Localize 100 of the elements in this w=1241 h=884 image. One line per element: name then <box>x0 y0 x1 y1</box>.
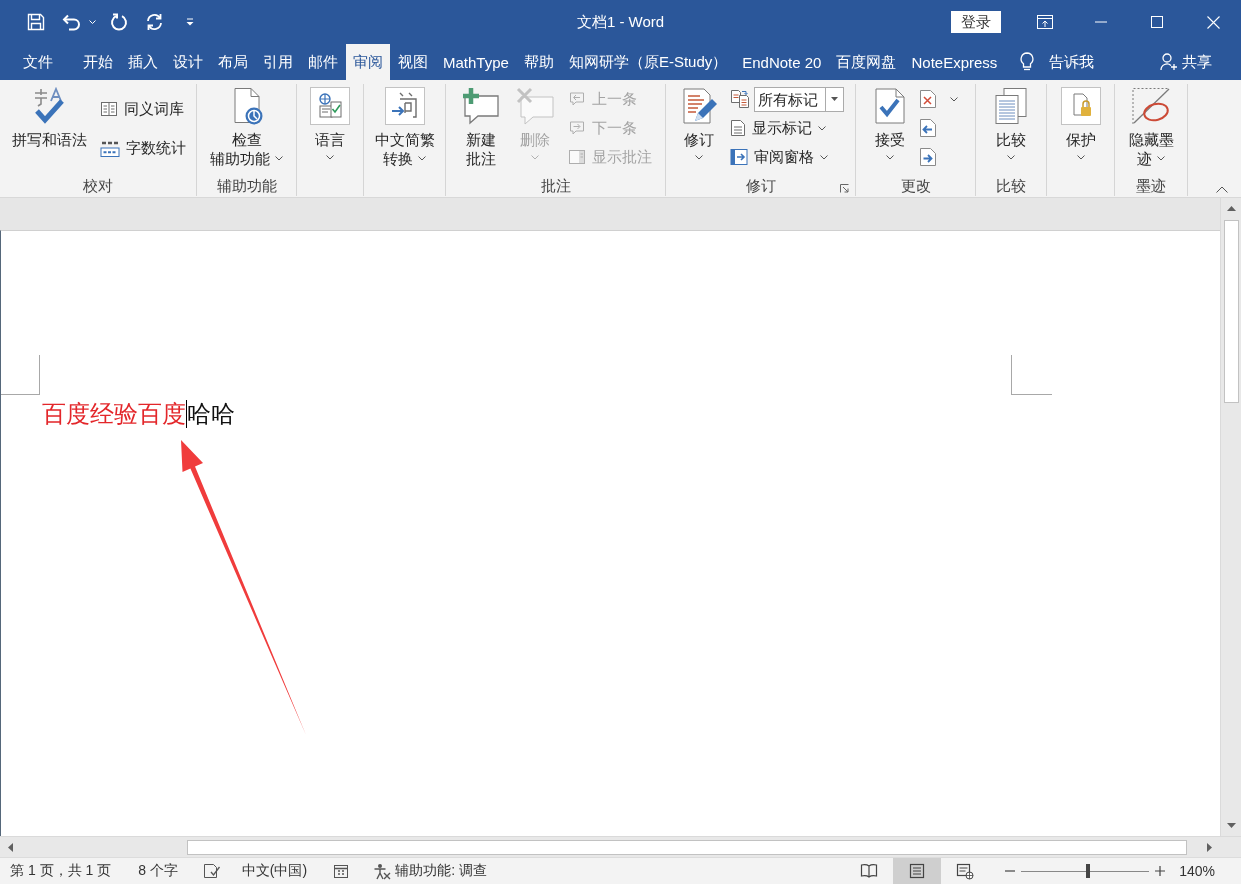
save-icon[interactable] <box>27 13 45 31</box>
page-layout-icon <box>908 862 927 880</box>
comment-delete-icon <box>514 87 555 125</box>
comment-forward-icon <box>567 119 586 137</box>
lightbulb-icon <box>1019 52 1036 72</box>
group-label: 批注 <box>540 176 571 196</box>
new-comment-button[interactable]: 新建 批注 <box>456 84 505 168</box>
vertical-scrollbar[interactable] <box>1220 198 1241 836</box>
ribbon-tab[interactable]: 百度网盘 <box>829 44 904 80</box>
ribbon-tab[interactable]: 插入 <box>121 44 165 80</box>
ribbon-tab[interactable]: EndNote 20 <box>735 44 829 80</box>
comment-plus-icon <box>460 87 501 125</box>
document-right-arrow-icon <box>919 147 937 167</box>
document-lock-icon <box>1060 87 1101 125</box>
view-mode-button[interactable] <box>893 858 942 884</box>
ink-stroke-icon <box>1131 87 1171 125</box>
window-title: 文档1 - Word <box>576 12 665 32</box>
ribbon-tab[interactable]: 设计 <box>166 44 210 80</box>
maximize-icon[interactable] <box>1151 16 1163 28</box>
document-text: 哈哈 <box>187 400 235 428</box>
ribbon-tab[interactable]: 引用 <box>256 44 300 80</box>
zoom-slider-thumb[interactable] <box>1085 864 1090 878</box>
track-changes-button[interactable]: 修订 <box>677 84 721 160</box>
ribbon-tab[interactable]: 文件 <box>16 44 60 80</box>
undo-icon[interactable] <box>62 13 81 31</box>
word-count-button[interactable]: 字数统计 <box>96 135 189 161</box>
accessibility-status[interactable]: 辅助功能: 调查 <box>373 862 487 880</box>
stacked-documents-icon <box>994 87 1028 125</box>
group-label: 墨迹 <box>1136 176 1166 196</box>
conversion-icon <box>384 87 425 125</box>
hide-ink-button[interactable]: 隐藏墨 迹 <box>1124 84 1178 168</box>
ribbon-tab[interactable]: 开始 <box>76 44 120 80</box>
scroll-thumb[interactable] <box>1223 220 1239 403</box>
ribbon-tab[interactable]: 视图 <box>391 44 435 80</box>
margin-corner-mark <box>1 355 40 395</box>
margin-corner-mark <box>1011 355 1052 395</box>
reviewing-pane-button[interactable]: 审阅窗格 <box>727 144 831 170</box>
close-icon[interactable] <box>1206 15 1220 29</box>
repeat-icon[interactable] <box>110 13 128 31</box>
compare-button[interactable]: 比较 <box>990 84 1032 160</box>
zoom-in-icon[interactable] <box>1155 866 1166 876</box>
ribbon-tab[interactable]: NoteExpress <box>904 44 1005 80</box>
scroll-thumb[interactable] <box>187 839 1187 855</box>
group-label: 更改 <box>900 176 931 196</box>
horizontal-scrollbar[interactable] <box>0 836 1241 857</box>
protect-button[interactable]: 保护 <box>1056 84 1105 160</box>
show-markup-button[interactable]: 显示标记 <box>727 115 829 141</box>
scroll-down-icon[interactable] <box>1226 823 1236 828</box>
spelling-grammar-button[interactable]: 拼写和语法 <box>7 84 91 149</box>
refresh-icon[interactable] <box>145 13 164 31</box>
group-label: 辅助功能 <box>216 176 277 196</box>
ribbon-tab[interactable]: MathType <box>436 44 516 80</box>
accept-button[interactable]: 接受 <box>870 84 910 160</box>
ribbon-display-options-icon[interactable] <box>1037 15 1053 29</box>
document-x-icon <box>919 89 937 109</box>
zoom-level[interactable]: 140% <box>1179 863 1215 879</box>
comment-back-icon <box>567 90 586 108</box>
document-check-icon <box>874 87 906 125</box>
ribbon-tab[interactable]: 布局 <box>211 44 255 80</box>
table-icon[interactable] <box>333 863 350 879</box>
document-pencil-icon <box>681 87 717 125</box>
ribbon-tab[interactable]: 帮助 <box>516 44 561 80</box>
book-icon <box>99 100 118 118</box>
scroll-left-icon[interactable] <box>8 842 13 852</box>
group-label: 修订 <box>745 176 776 196</box>
documents-icon <box>730 89 750 109</box>
share-button[interactable]: 共享 <box>1160 44 1212 80</box>
dropdown-arrow-icon <box>831 97 838 101</box>
caret-icon[interactable] <box>89 20 96 24</box>
accessibility-icon <box>373 862 392 880</box>
scroll-up-icon[interactable] <box>1226 206 1236 211</box>
ribbon-tab[interactable]: 审阅 <box>346 44 390 80</box>
ribbon-tab[interactable]: 知网研学（原E-Study） <box>561 44 735 80</box>
chinese-conversion-button[interactable]: 中文简繁 转换 <box>370 84 439 168</box>
document-left-arrow-icon <box>919 118 937 138</box>
sign-in-button[interactable]: 登录 <box>951 11 1001 33</box>
thesaurus-button[interactable]: 同义词库 <box>96 96 187 122</box>
ribbon-tab[interactable]: 邮件 <box>301 44 345 80</box>
collapse-ribbon-icon[interactable] <box>1216 186 1228 193</box>
group-label: 校对 <box>83 176 113 196</box>
group-label: 比较 <box>996 176 1026 196</box>
dialog-launcher-icon[interactable] <box>840 184 849 193</box>
open-book-icon <box>860 862 879 880</box>
tell-me-button[interactable]: 告诉我 <box>1019 44 1095 80</box>
customize-toolbar-icon[interactable] <box>186 18 194 26</box>
web-page-icon <box>956 862 975 880</box>
markup-dropdown[interactable]: 所有标记 <box>754 86 844 112</box>
word-count[interactable]: 8 个字 <box>138 862 178 880</box>
person-plus-icon <box>1160 53 1178 71</box>
language-indicator[interactable]: 中文(中国) <box>241 862 308 880</box>
document-text: 百度经验百度 <box>42 400 186 428</box>
globe-document-icon <box>310 87 350 125</box>
proofing-icon[interactable] <box>202 863 221 879</box>
language-button[interactable]: 语言 <box>306 84 354 160</box>
page-count[interactable]: 第 1 页，共 1 页 <box>10 862 112 880</box>
document-icon <box>730 119 746 137</box>
number-box-icon <box>99 139 120 157</box>
scroll-right-icon[interactable] <box>1207 842 1212 852</box>
panel-icon <box>567 148 586 166</box>
check-accessibility-button[interactable]: 检查 辅助功能 <box>206 84 287 168</box>
